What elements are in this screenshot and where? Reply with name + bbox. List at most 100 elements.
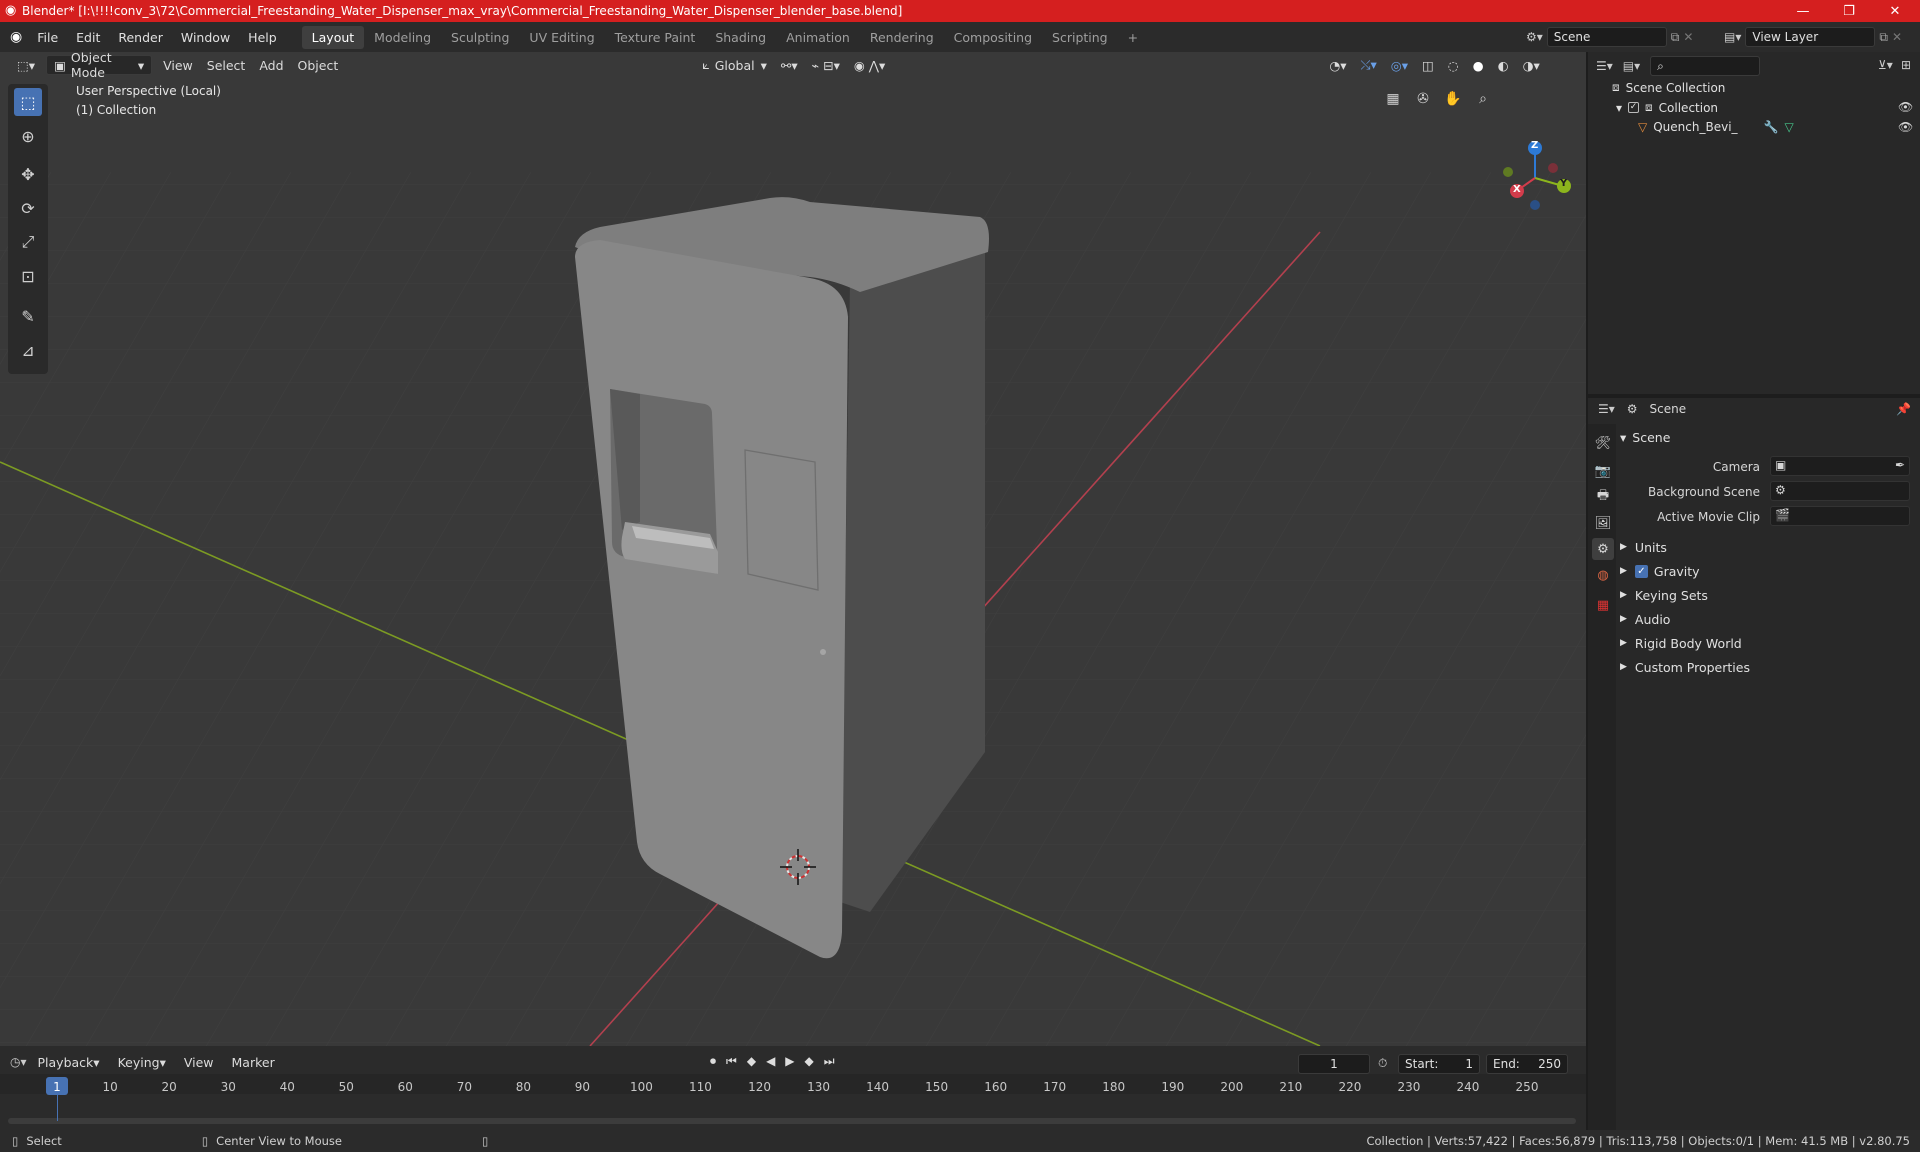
view-layer-selector-icon[interactable]: ▤▾ [1724,30,1741,44]
tab-texture-paint[interactable]: Texture Paint [605,26,706,49]
select-box-icon[interactable]: ⬚ [14,88,42,116]
tab-layout[interactable]: Layout [301,25,365,49]
transform-orientation[interactable]: ⟀ Global ▾ [695,55,774,75]
record-icon[interactable]: ⏺ [710,1054,716,1069]
filter-icon[interactable]: ⊻▾ [1878,58,1893,72]
tab-modeling[interactable]: Modeling [364,26,441,49]
properties-editor-icon[interactable]: ☰▾ [1598,402,1615,416]
checkbox-icon[interactable]: ✓ [1628,102,1640,113]
scene-tab-icon[interactable]: ⚙ [1592,538,1614,560]
tab-shading[interactable]: Shading [705,26,776,49]
keying-sets-panel[interactable]: ▶ Keying Sets [1620,584,1708,606]
scene-panel-header[interactable]: ▾ Scene [1620,426,1670,448]
prev-keyframe-icon[interactable]: ◆ [747,1054,756,1069]
tab-scripting[interactable]: Scripting [1042,26,1118,49]
gizmo-z-label[interactable]: Z [1531,140,1538,151]
scene-selector-icon[interactable]: ⚙▾ [1526,30,1543,44]
annotate-tool-icon[interactable]: ✎ [14,302,42,330]
mode-selector[interactable]: ▣ Object Mode ▾ [46,50,153,80]
menu-file[interactable]: File [28,30,67,45]
tree-collection[interactable]: ▾ ✓ ⧈ Collection [1616,100,1718,115]
shading-solid-icon[interactable]: ● [1466,55,1491,75]
camera-field[interactable]: ▣ ✒ [1770,456,1910,476]
next-keyframe-icon[interactable]: ◆ [805,1054,814,1069]
tab-rendering[interactable]: Rendering [860,26,944,49]
cursor-tool-icon[interactable]: ⊕ [14,122,42,150]
minimize-button[interactable]: — [1780,0,1826,22]
visibility-icon[interactable]: ◔▾ [1322,55,1353,75]
end-frame-field[interactable]: End: 250 [1486,1054,1568,1074]
mesh-data-icon[interactable]: ▽ [1784,120,1793,134]
transform-tool-icon[interactable]: ⊡ [14,262,42,290]
move-tool-icon[interactable]: ✥ [14,160,42,188]
tab-uv-editing[interactable]: UV Editing [519,26,604,49]
menu-select[interactable]: Select [200,55,253,75]
scene-remove-icon[interactable]: ✕ [1683,30,1693,44]
xray-icon[interactable]: ◫ [1415,55,1441,75]
view-layer-remove-icon[interactable]: ✕ [1892,30,1902,44]
tab-compositing[interactable]: Compositing [944,26,1042,49]
overlay-toggle-icon[interactable]: ◎▾ [1384,55,1415,75]
add-workspace-button[interactable]: + [1118,26,1148,49]
keying-menu[interactable]: Keying ▾ [111,1052,173,1072]
timeline-scrollbar[interactable] [8,1118,1576,1124]
tree-object[interactable]: ▽ Quench_Bevi_ 🔧 ▽ [1638,120,1794,134]
pan-hand-icon[interactable]: ✋ [1440,86,1466,112]
modifier-icon[interactable]: 🔧 [1764,120,1779,134]
audio-panel[interactable]: ▶ Audio [1620,608,1670,630]
zoom-icon[interactable]: ⌕ [1470,86,1496,112]
3d-viewport[interactable]: Z Y X User Perspective (Local) (1) Colle… [0,52,1586,1046]
gravity-panel[interactable]: ▶ ✓ Gravity [1620,560,1700,582]
view-layer-field[interactable]: View Layer [1745,27,1876,47]
blender-menu-icon[interactable]: ◉ [10,29,22,45]
stopwatch-icon[interactable]: ⏱ [1378,1056,1387,1071]
view-layer-tab-icon[interactable]: 🖼 [1592,512,1614,534]
texture-tab-icon[interactable]: ▦ [1592,594,1614,616]
camera-view-icon[interactable]: ✇ [1410,86,1436,112]
render-tab-icon[interactable]: 📷 [1592,460,1614,482]
new-collection-icon[interactable]: ⊞ [1901,58,1911,72]
playback-menu[interactable]: Playback ▾ [31,1052,107,1072]
scene-copy-icon[interactable]: ⧉ [1671,30,1680,45]
view-layer-copy-icon[interactable]: ⧉ [1879,30,1888,45]
pin-icon[interactable]: 📌 [1896,402,1911,416]
menu-edit[interactable]: Edit [67,30,109,45]
tree-scene-collection[interactable]: ⧈ Scene Collection [1612,80,1725,95]
marker-menu[interactable]: Marker [225,1052,282,1072]
timeline-editor-icon[interactable]: ◷▾ [10,1055,27,1069]
menu-help[interactable]: Help [239,30,286,45]
gizmo-toggle-icon[interactable]: ⤯▾ [1354,55,1384,75]
menu-object[interactable]: Object [291,55,346,75]
pivot-point-icon[interactable]: ⚯▾ [774,55,805,75]
close-button[interactable]: ✕ [1872,0,1918,22]
eyedropper-icon[interactable]: ✒ [1895,458,1905,472]
menu-render[interactable]: Render [109,30,172,45]
editor-type-icon[interactable]: ⬚▾ [10,55,42,75]
units-panel[interactable]: ▶ Units [1620,536,1667,558]
play-icon[interactable]: ▶ [785,1054,794,1069]
outliner-search-input[interactable]: ⌕ [1650,56,1761,76]
menu-add[interactable]: Add [252,55,290,75]
shading-rendered-icon[interactable]: ◑▾ [1516,55,1547,75]
display-mode-icon[interactable]: ▤▾ [1623,59,1640,73]
current-frame-field[interactable]: 1 [1298,1054,1370,1074]
custom-properties-panel[interactable]: ▶ Custom Properties [1620,656,1750,678]
gizmo-y-label[interactable]: Y [1560,178,1567,189]
eye-icon[interactable]: 👁 [1898,100,1913,114]
maximize-button[interactable]: ❐ [1826,0,1872,22]
measure-tool-icon[interactable]: ⊿ [14,336,42,364]
gravity-checkbox[interactable]: ✓ [1634,564,1648,578]
eye-icon[interactable]: 👁 [1898,120,1913,134]
outliner-editor-icon[interactable]: ☰▾ [1596,59,1613,73]
tool-tab-icon[interactable]: 🛠 [1592,432,1614,454]
shading-material-icon[interactable]: ◐ [1491,55,1516,75]
timeline-view-menu[interactable]: View [177,1052,221,1072]
play-reverse-icon[interactable]: ◀ [766,1054,775,1069]
gizmo-x-label[interactable]: X [1513,184,1521,195]
rotate-tool-icon[interactable]: ⟳ [14,194,42,222]
jump-end-icon[interactable]: ⏭ [824,1054,835,1069]
grid-view-icon[interactable]: ▦ [1380,86,1406,112]
proportional-edit-icon[interactable]: ◉ ⋀▾ [847,55,892,75]
scale-tool-icon[interactable]: ⤢ [14,228,42,256]
tab-animation[interactable]: Animation [776,26,860,49]
